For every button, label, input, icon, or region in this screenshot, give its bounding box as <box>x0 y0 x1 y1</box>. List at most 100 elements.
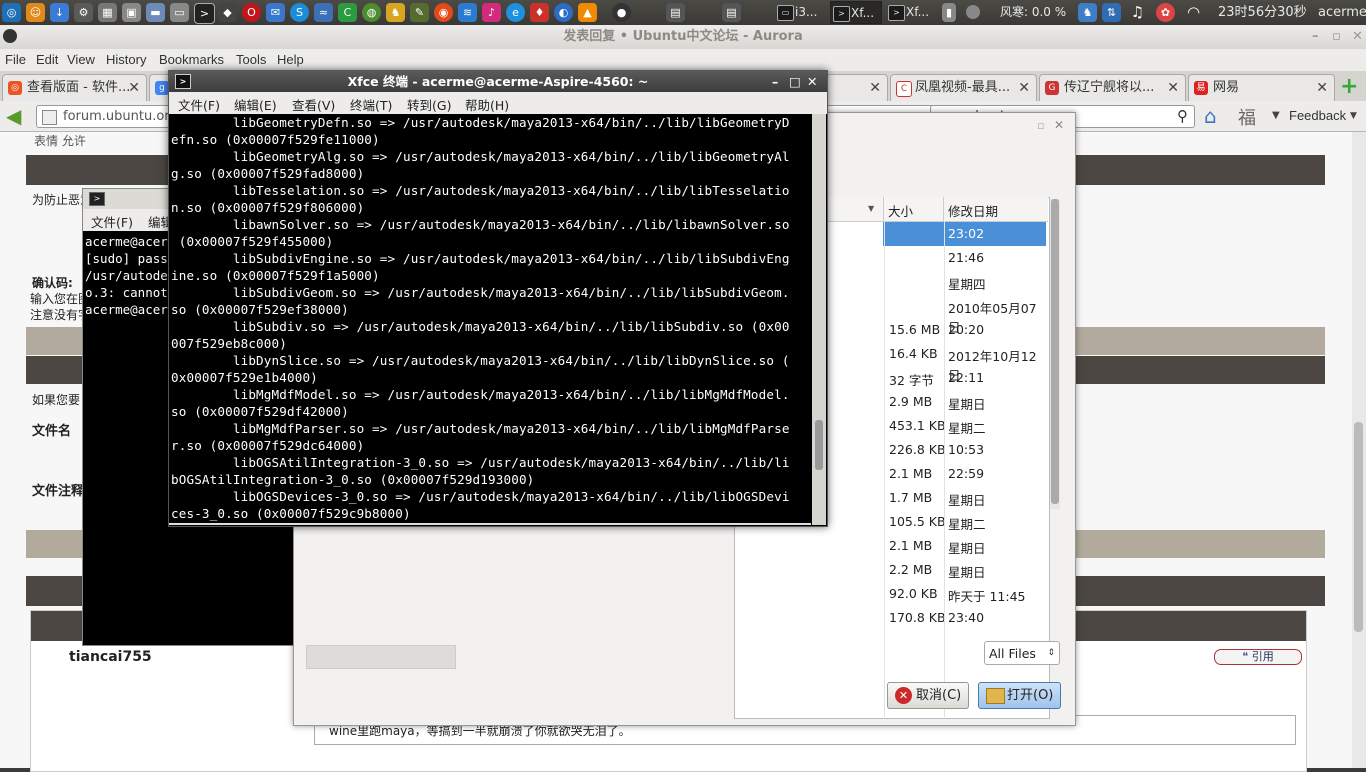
file-row[interactable]: 226.8 KB 10:53 <box>883 438 1046 462</box>
tab-news[interactable]: G 传辽宁舰将以... ✕ <box>1039 74 1186 101</box>
user-menu[interactable]: acerme <box>1318 0 1366 25</box>
tab-close-icon[interactable]: ✕ <box>128 75 140 101</box>
file-row[interactable]: 2.9 MB 星期日 <box>883 390 1046 414</box>
tab-close-icon[interactable]: ✕ <box>869 75 881 101</box>
menu-view[interactable]: View <box>67 52 95 67</box>
tab-163[interactable]: 易 网易 ✕ <box>1188 74 1335 101</box>
volume-icon[interactable]: ♫ <box>1128 3 1147 22</box>
addon-dropdown-icon[interactable]: ▼ <box>1272 110 1280 121</box>
xfce-terminal-window[interactable]: > Xfce 终端 - acerme@acerme-Aspire-4560: ~… <box>168 70 828 527</box>
settings-icon[interactable]: ⚙ <box>74 3 93 22</box>
earth-icon[interactable]: ◐ <box>554 3 573 22</box>
tab-close-icon[interactable]: ✕ <box>1018 75 1030 101</box>
tab-forum[interactable]: ◎ 查看版面 - 软件... ✕ <box>2 74 147 101</box>
wifi-icon[interactable]: ◠ <box>1184 3 1203 22</box>
window-menu-icon[interactable] <box>3 29 17 43</box>
mail-icon[interactable]: ✉ <box>266 3 285 22</box>
network-tray-icon[interactable]: ⇅ <box>1102 3 1121 22</box>
close-icon[interactable]: ✕ <box>1352 25 1363 49</box>
tab-ifeng[interactable]: C 凤凰视频-最具... ✕ <box>890 74 1037 101</box>
music-icon[interactable]: ♪ <box>482 3 501 22</box>
back-icon[interactable]: ◀ <box>6 104 21 128</box>
folder-task-icon[interactable]: ▤ <box>666 3 685 22</box>
sort-arrow-icon[interactable]: ▼ <box>868 204 874 213</box>
grid-icon[interactable]: ▦ <box>98 3 117 22</box>
post-author[interactable]: tiancai755 <box>69 649 152 665</box>
close-icon[interactable]: ✕ <box>807 71 817 92</box>
ubuntu-menu-icon[interactable]: ◎ <box>2 3 21 22</box>
feedback-dropdown-icon[interactable]: ▼ <box>1350 111 1357 121</box>
quote-button[interactable]: ❝ 引用 <box>1214 649 1302 665</box>
folder-task2-icon[interactable]: ▤ <box>722 3 741 22</box>
scrollbar-thumb[interactable] <box>1354 422 1363 632</box>
vlc-icon[interactable]: ▲ <box>578 3 597 22</box>
terminal-scrollbar[interactable] <box>812 114 826 525</box>
maximize-icon[interactable]: □ <box>789 71 801 92</box>
file-row[interactable]: 星期四 <box>883 270 1046 294</box>
file-type-filter[interactable]: All Files ⇕ <box>984 641 1060 665</box>
file-row[interactable]: 23:02 <box>883 222 1046 246</box>
t2-menu-file[interactable]: 文件(F) <box>91 212 133 231</box>
chrome-icon[interactable]: ◉ <box>434 3 453 22</box>
menu-go[interactable]: 转到(G) <box>407 95 451 114</box>
minimize-icon[interactable]: – <box>1312 25 1319 49</box>
column-date-header[interactable]: 修改日期 <box>948 201 998 220</box>
disc-icon[interactable] <box>966 5 980 19</box>
dialog-close-icon[interactable]: ✕ <box>1054 118 1064 132</box>
search-icon[interactable]: ⚲ <box>1177 107 1188 125</box>
tab-close-icon[interactable]: ✕ <box>1167 75 1179 101</box>
minimize-icon[interactable]: – <box>772 71 778 92</box>
folder-icon[interactable]: ▬ <box>146 3 165 22</box>
task-xfce-terminal-active[interactable]: > Xf... <box>830 1 882 24</box>
download-icon[interactable]: ↓ <box>50 3 69 22</box>
globe-icon[interactable]: ◍ <box>362 3 381 22</box>
file-row[interactable]: 2.1 MB 星期日 <box>883 534 1046 558</box>
skype-icon[interactable]: S <box>290 3 309 22</box>
file-row[interactable]: 170.8 KB 23:40 <box>883 606 1046 630</box>
page-scrollbar[interactable] <box>1352 132 1366 768</box>
menu-tools[interactable]: Tools <box>236 52 266 67</box>
menu-bookmarks[interactable]: Bookmarks <box>159 52 224 67</box>
game-icon[interactable]: ◆ <box>218 3 237 22</box>
file-row[interactable]: 105.5 KB 星期二 <box>883 510 1046 534</box>
places-item[interactable] <box>306 645 456 669</box>
file-row[interactable]: 21:46 <box>883 246 1046 270</box>
file-row[interactable]: 2.1 MB 22:59 <box>883 462 1046 486</box>
dialog-maximize-icon[interactable]: ▫ <box>1037 119 1044 132</box>
trash-icon[interactable]: ▮ <box>942 3 956 22</box>
menu-help[interactable]: 帮助(H) <box>465 95 509 114</box>
image-icon[interactable]: ▣ <box>122 3 141 22</box>
feedback-button[interactable]: Feedback <box>1289 108 1346 123</box>
file-row[interactable]: 92.0 KB 昨天于 11:45 <box>883 582 1046 606</box>
player-icon[interactable]: ● <box>612 3 631 22</box>
menu-help[interactable]: Help <box>277 52 304 67</box>
file-row[interactable]: 1.7 MB 星期日 <box>883 486 1046 510</box>
file-row[interactable]: 453.1 KB 星期二 <box>883 414 1046 438</box>
brush-icon[interactable]: ✎ <box>410 3 429 22</box>
file-row[interactable]: 2.2 MB 星期日 <box>883 558 1046 582</box>
file-list-scrollbar[interactable] <box>1050 199 1060 509</box>
task-xfce-terminal[interactable]: > Xf... <box>886 1 938 24</box>
menu-file[interactable]: File <box>5 52 26 67</box>
tab-close-icon[interactable]: ✕ <box>1316 75 1328 101</box>
opera-icon[interactable]: O <box>242 3 261 22</box>
menu-view[interactable]: 查看(V) <box>292 95 335 114</box>
file-row[interactable]: 15.6 MB 20:20 <box>883 318 1046 342</box>
clock[interactable]: 23时56分30秒 <box>1218 0 1307 25</box>
file-row[interactable]: 32 字节 22:11 <box>883 366 1046 390</box>
task-i3[interactable]: ▭ i3... <box>775 1 828 24</box>
open-button[interactable]: 打开(O) <box>978 682 1061 709</box>
feed-icon[interactable]: ≋ <box>458 3 477 22</box>
qq-icon[interactable]: ♞ <box>386 3 405 22</box>
home-icon[interactable]: ⌂ <box>1204 104 1217 128</box>
tab-hidden[interactable]: ✕ <box>826 74 888 101</box>
chat-icon[interactable]: ☺ <box>26 3 45 22</box>
scrollbar-thumb[interactable] <box>1051 199 1059 504</box>
menu-edit[interactable]: Edit <box>36 52 58 67</box>
new-tab-icon[interactable]: + <box>1340 76 1362 98</box>
file-row[interactable]: 2010年05月07日 <box>883 294 1046 335</box>
flower-icon[interactable]: ✿ <box>1156 3 1175 22</box>
cancel-button[interactable]: ✕ 取消(C) <box>887 682 969 709</box>
terminal-titlebar[interactable]: > Xfce 终端 - acerme@acerme-Aspire-4560: ~… <box>169 71 827 92</box>
nfs-icon[interactable]: ≈ <box>314 3 333 22</box>
